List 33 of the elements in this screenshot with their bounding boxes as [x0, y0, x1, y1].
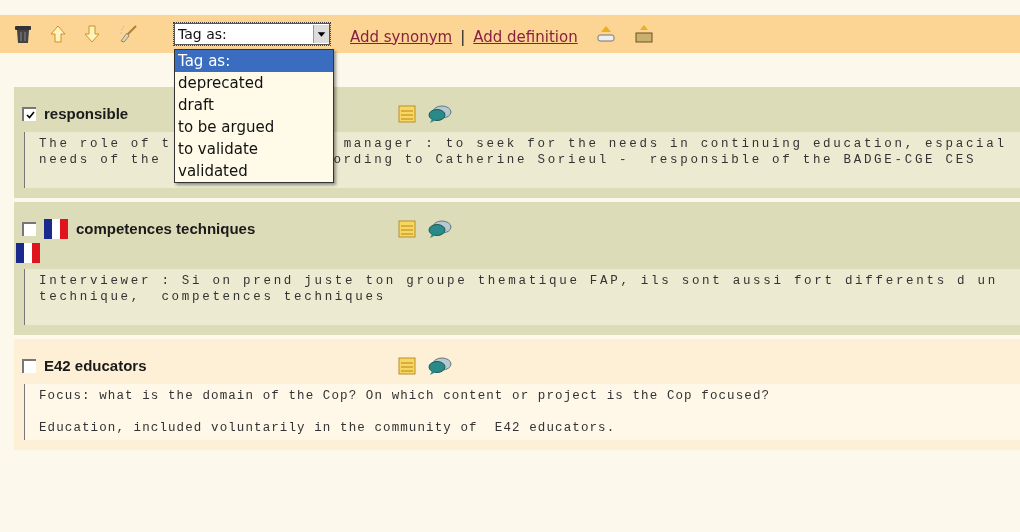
- definition-line: The role of t: [39, 136, 172, 152]
- checkbox[interactable]: [22, 107, 36, 121]
- definition-line: Focus: what is the domain of the Cop? On which content or project is the Cop focused?: [39, 388, 771, 404]
- definition-line: manager : to seek for the needs in continuing education, espacial: [343, 136, 1007, 152]
- add-definition-link[interactable]: Add definition: [473, 25, 578, 49]
- eject-icon[interactable]: [595, 25, 616, 43]
- speech-bubbles-icon[interactable]: [428, 356, 452, 376]
- speech-bubbles-icon[interactable]: [428, 104, 452, 124]
- dropdown-option[interactable]: to validate: [175, 138, 333, 160]
- add-synonym-link[interactable]: Add synonym: [350, 25, 453, 49]
- dropdown-option[interactable]: Tag as:: [175, 50, 333, 72]
- dropdown-option[interactable]: deprecated: [175, 72, 333, 94]
- term-title: E42 educators: [44, 355, 147, 376]
- speech-bubbles-icon[interactable]: [428, 219, 452, 239]
- definition-line: Education, included voluntarily in the community of E42 educators.: [39, 420, 616, 436]
- check-icon: [25, 111, 35, 119]
- dropdown-option[interactable]: validated: [175, 160, 333, 182]
- dropdown-option[interactable]: draft: [175, 94, 333, 116]
- dropdown-caret-icon[interactable]: [313, 25, 329, 43]
- dropdown-option[interactable]: to be argued: [175, 116, 333, 138]
- broom-icon[interactable]: [118, 24, 138, 44]
- trash-can-icon[interactable]: [14, 24, 32, 44]
- stacked-boxes-icon[interactable]: [633, 24, 654, 44]
- definition-line: Interviewer : Si on prend juste ton groupe thematique FAP, ils sont aussi fort differents d un: [39, 273, 998, 289]
- definition-line: ording to Catherine Sorieul - responsible of the BADGE-CGE CES: [333, 152, 977, 168]
- term-title: responsible: [44, 103, 129, 124]
- definition-line: needs of the: [39, 152, 162, 168]
- tag-select[interactable]: Tag as:: [174, 23, 330, 45]
- link-separator: |: [460, 26, 466, 48]
- checkbox[interactable]: [22, 222, 36, 236]
- checkbox[interactable]: [22, 359, 36, 373]
- term-title: competences techniques: [76, 218, 256, 239]
- definition-line: technique, competences techniques: [39, 289, 386, 305]
